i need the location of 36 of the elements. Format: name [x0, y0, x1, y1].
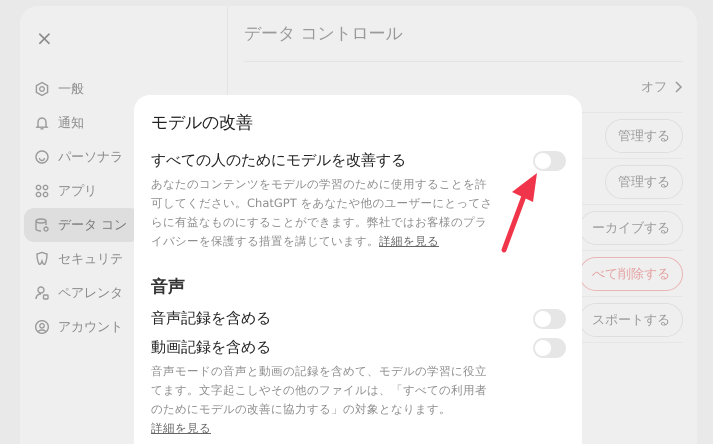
section-title: データ コントロール [244, 22, 683, 62]
dialog-title: モデルの改善 [151, 112, 254, 134]
account-icon [34, 319, 50, 335]
sidebar-item[interactable]: 通知 [24, 106, 140, 140]
toggle-switch[interactable] [533, 150, 566, 170]
toggle-switch[interactable] [533, 338, 566, 358]
smile-icon [34, 149, 50, 165]
sidebar-item[interactable]: パーソナラ [24, 140, 140, 174]
close-icon[interactable]: × [36, 28, 53, 48]
action-button[interactable]: 管理する [605, 118, 683, 152]
toggle-label: すべての人のためにモデルを改善する [151, 151, 406, 170]
database-icon [34, 217, 50, 233]
description-text: あなたのコンテンツをモデルの学習のために使用することを許可してください。ChatGPT をあなたや他のユーザーにとってさらに有益なものにすることができます。弊社ではお客様のプライバシーを保護する措置を講じています。詳細を見る [151, 176, 494, 250]
chevron-icon [673, 81, 683, 93]
sidebar-item[interactable]: 一般 [24, 72, 140, 106]
action-button[interactable]: ーカイブする [579, 210, 683, 244]
sidebar-item[interactable]: セキュリテ [24, 242, 140, 276]
gear-icon [34, 81, 50, 97]
grid-icon [34, 183, 50, 199]
toggle-switch[interactable] [533, 308, 566, 328]
learn-more-link[interactable]: 詳細を見る [151, 421, 211, 435]
setting-value[interactable]: オフ [641, 78, 667, 96]
action-button[interactable]: 管理する [605, 164, 683, 198]
bell-icon [34, 115, 50, 131]
description-text: 音声モードの音声と動画の記録を含めて、モデルの学習に役立てます。文字起こしやその他のファイルは、「すべての利用者のためにモデルの改善に協力する」の対象となります。 詳細を見る [151, 363, 488, 437]
sidebar-item[interactable]: ペアレンタ [24, 276, 140, 310]
toggle-label: 動画記録を含める [151, 338, 271, 357]
toggle-label: 音声記録を含める [151, 309, 271, 328]
sidebar-item[interactable]: アプリ [24, 174, 140, 208]
delete-button[interactable]: べて削除する [579, 256, 683, 290]
section-heading: 音声 [151, 276, 186, 298]
person-icon [34, 285, 50, 301]
learn-more-link[interactable]: 詳細を見る [379, 234, 439, 248]
action-button[interactable]: スポートする [579, 302, 683, 336]
shield-icon [34, 251, 50, 267]
sidebar-item[interactable]: アカウント [24, 310, 140, 344]
